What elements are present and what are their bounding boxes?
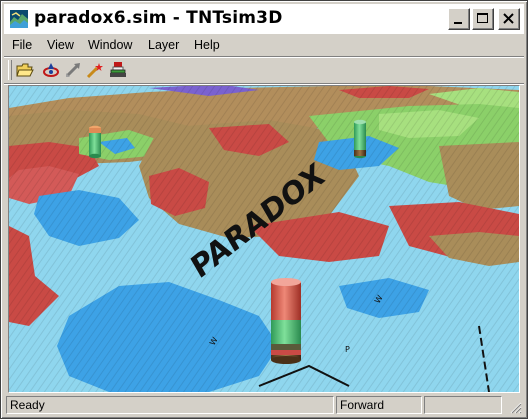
layer-manager-button[interactable] [107,60,129,80]
maximize-icon [477,13,488,23]
minimize-button[interactable] [448,8,470,30]
status-extra-pane [424,396,502,414]
terrain-scene: W W P PARADOX [9,86,519,392]
viewer-position-icon [43,63,59,77]
maximize-button[interactable] [472,8,494,30]
status-mode: Forward [336,396,422,414]
menu-view[interactable]: View [47,38,74,52]
flight-direction-button[interactable] [62,60,84,80]
laser-pointer-button[interactable] [84,60,106,80]
layer-manager-icon [110,62,126,77]
window-title: paradox6.sim - TNTsim3D [34,8,283,28]
marker-column-foreground [271,278,301,364]
marker-column-right [354,119,366,159]
toolbar [4,58,524,82]
status-bar: Ready Forward [4,395,524,415]
status-message: Ready [6,396,334,414]
open-button[interactable] [14,60,36,80]
3d-view[interactable]: W W P PARADOX [8,85,520,393]
toolbar-grip[interactable] [8,60,12,80]
marker-column-left [89,125,101,159]
flight-direction-icon [65,63,80,78]
close-icon [503,13,514,24]
menu-bar: File View Window Layer Help [4,36,524,55]
laser-pointer-icon [86,63,103,79]
close-button[interactable] [498,8,520,30]
minimize-icon [454,22,462,24]
relief-shading [9,86,519,392]
application-window: paradox6.sim - TNTsim3D File View Window… [0,0,528,419]
title-bar[interactable]: paradox6.sim - TNTsim3D [4,4,524,34]
menu-help[interactable]: Help [194,38,220,52]
map-label-small-3: P [345,345,350,354]
open-folder-icon [16,63,34,77]
viewer-position-button[interactable] [40,60,62,80]
tntsim3d-app-icon [10,10,28,28]
menu-window[interactable]: Window [88,38,132,52]
resize-grip-icon[interactable] [508,400,522,414]
menu-layer[interactable]: Layer [148,38,179,52]
menu-file[interactable]: File [12,38,32,52]
